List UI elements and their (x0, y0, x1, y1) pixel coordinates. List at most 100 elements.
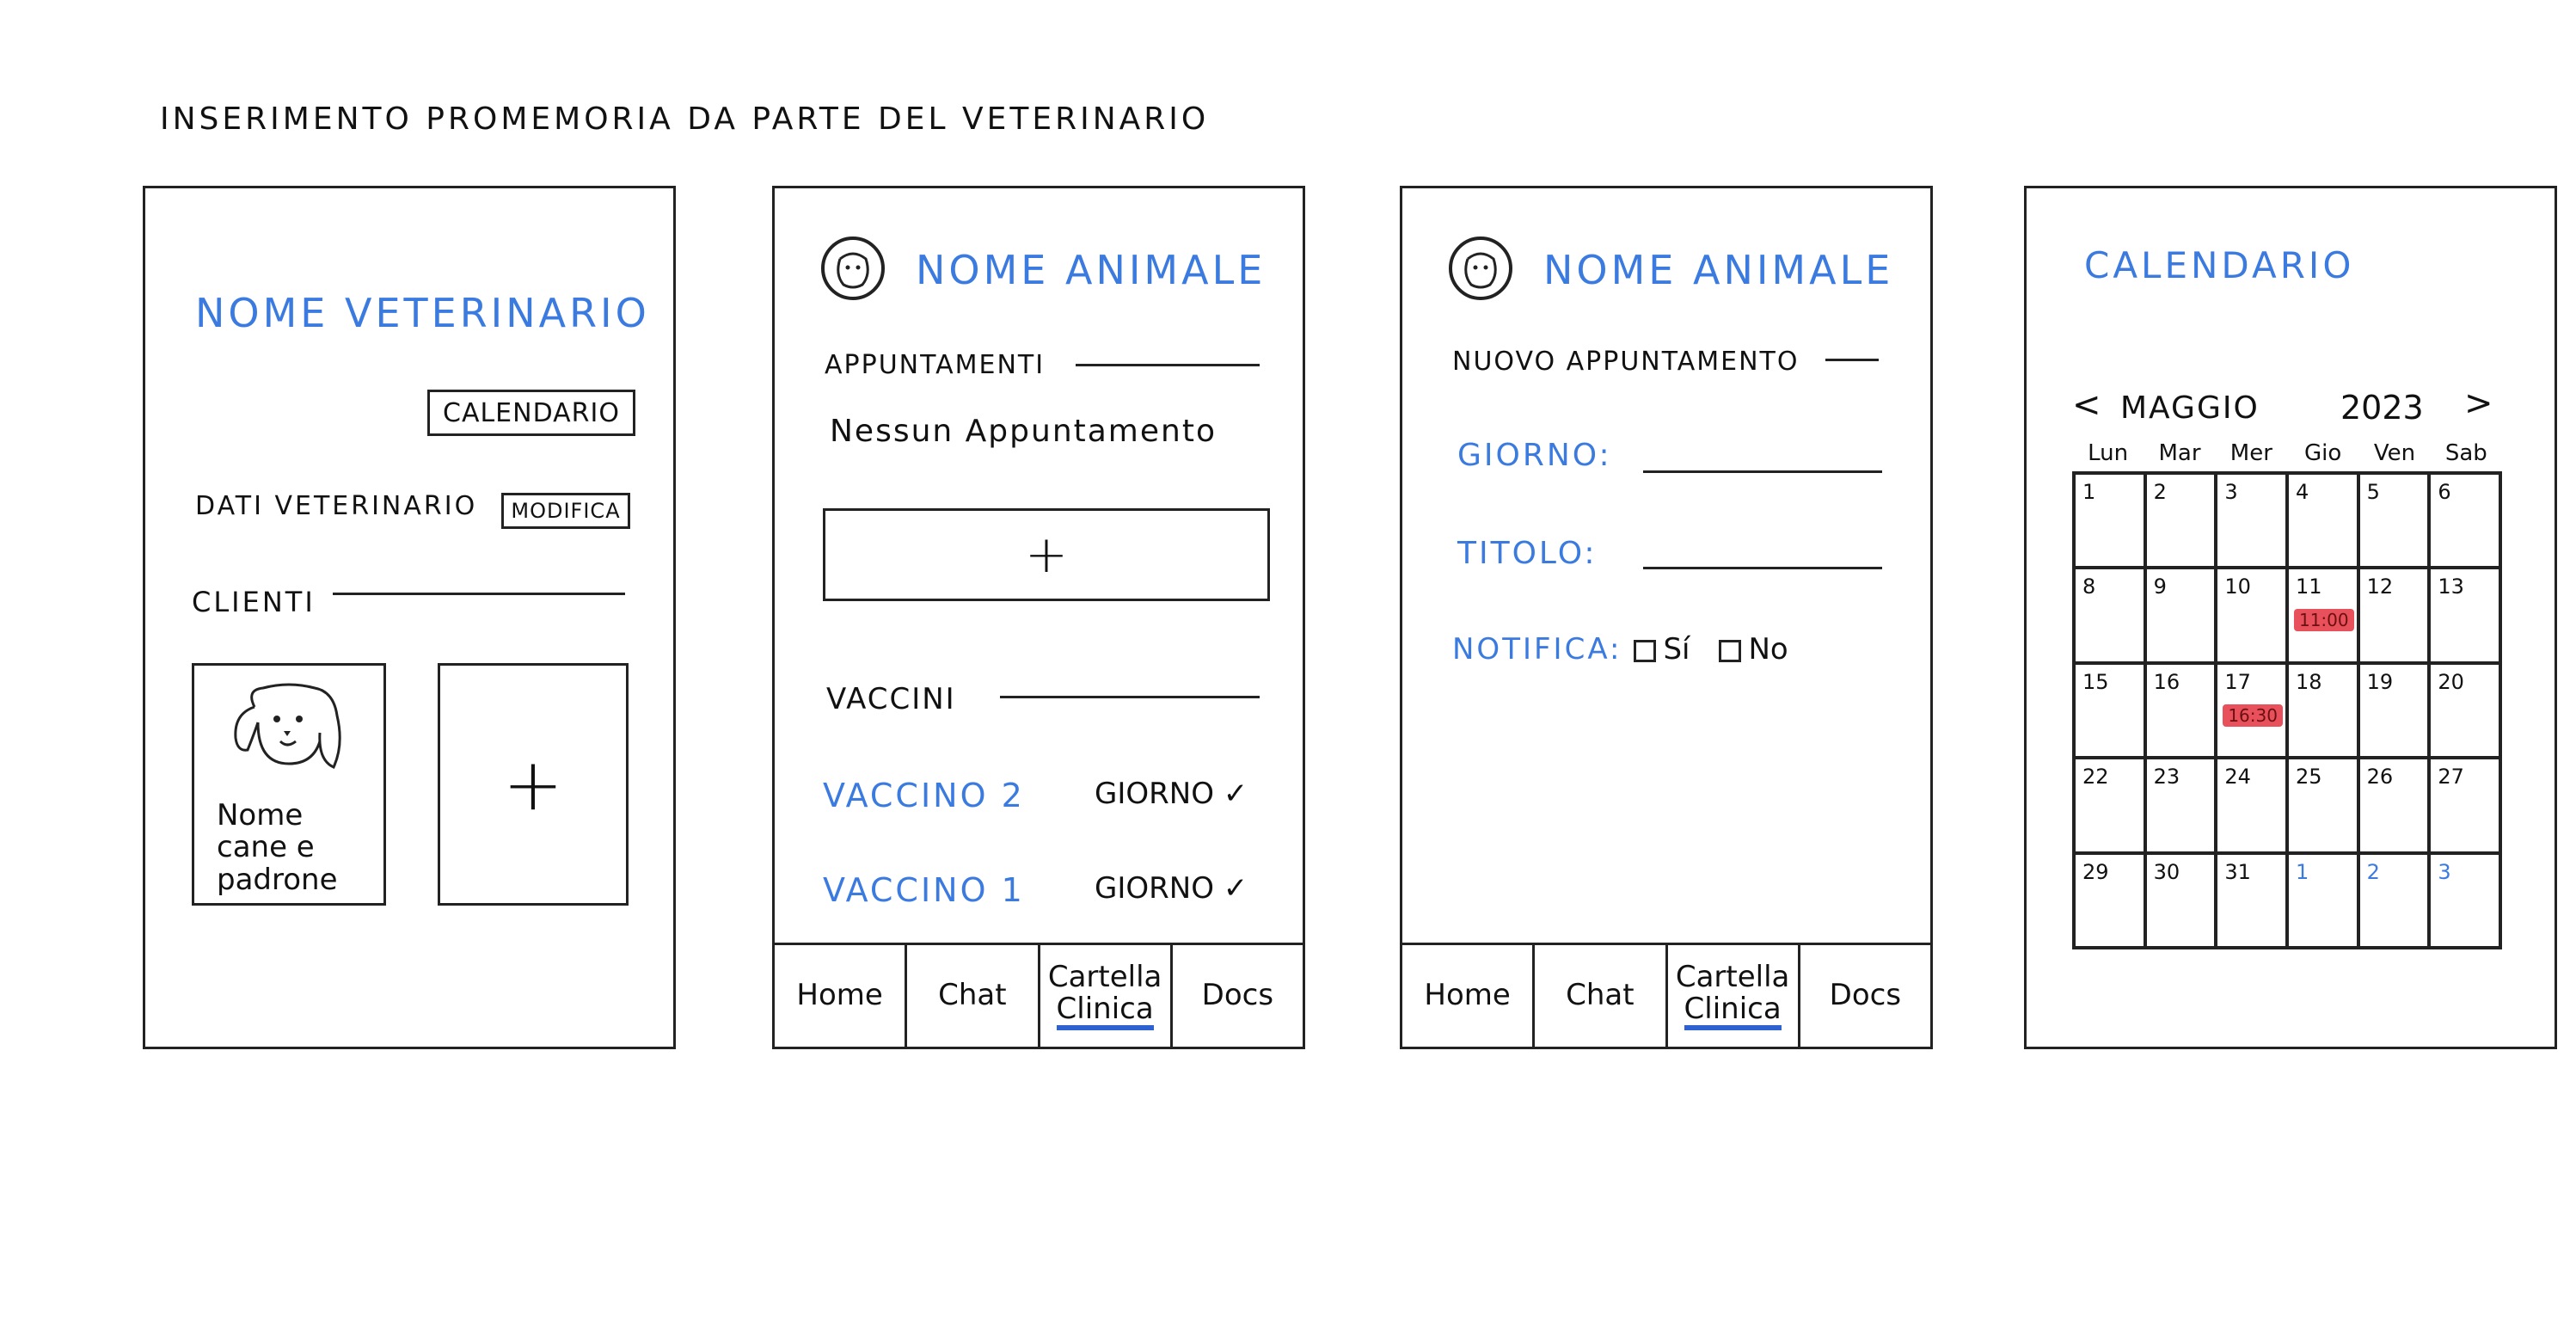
calendar-day-cell[interactable]: 23 (2146, 759, 2218, 855)
calendar-day-cell[interactable]: 29 (2076, 854, 2147, 949)
day-label: GIORNO: (1457, 438, 1612, 473)
nav-cartella-line1: Cartella (1047, 959, 1162, 994)
nav-docs[interactable]: Docs (1800, 945, 1930, 1047)
calendar-day-cell[interactable]: 9 (2146, 569, 2218, 665)
nav-cartella-clinica[interactable]: Cartella Clinica (1668, 945, 1800, 1047)
calendar-day-cell[interactable]: 27 (2431, 759, 2502, 855)
nav-chat[interactable]: Chat (1535, 945, 1668, 1047)
calendar-button[interactable]: CALENDARIO (427, 390, 635, 436)
calendar-day-cell[interactable]: 16 (2146, 664, 2218, 760)
calendar-day-cell[interactable]: 2 (2146, 475, 2218, 570)
nav-home[interactable]: Home (775, 945, 908, 1047)
nav-cartella-clinica[interactable]: Cartella Clinica (1040, 945, 1173, 1047)
calendar-day-cell[interactable]: 4 (2288, 475, 2360, 570)
notification-row: NOTIFICA: Sí No (1452, 632, 1788, 667)
appointments-label: APPUNTAMENTI (825, 350, 1046, 380)
calendar-event-badge[interactable]: 11:00 (2293, 609, 2354, 632)
vaccine-1-name: VACCINO 1 (823, 871, 1025, 909)
calendar-day-number: 16 (2153, 669, 2180, 694)
month-prev-button[interactable]: < (2072, 385, 2101, 425)
page-title: INSERIMENTO PROMEMORIA DA PARTE DEL VETE… (160, 101, 1210, 137)
calendar-day-cell[interactable]: 10 (2217, 569, 2289, 665)
calendar-day-cell[interactable]: 1 (2288, 854, 2360, 949)
calendar-day-number: 19 (2366, 669, 2394, 694)
screen-animal-record: NOME ANIMALE APPUNTAMENTI Nessun Appunta… (772, 186, 1305, 1049)
weekday-label: Lun (2088, 440, 2129, 466)
new-appointment-divider (1825, 359, 1879, 361)
nav-cartella-line2: Clinica (1684, 992, 1782, 1031)
title-input[interactable] (1643, 567, 1882, 569)
add-client-button[interactable]: + (438, 663, 629, 906)
calendar-day-cell[interactable]: 17 16:30 (2217, 664, 2289, 760)
appointments-divider (1076, 364, 1260, 366)
client-card[interactable]: Nome cane e padrone (192, 663, 386, 906)
calendar-day-cell[interactable]: 18 (2288, 664, 2360, 760)
calendar-day-number: 30 (2153, 859, 2180, 884)
calendar-day-number: 11 (2295, 574, 2322, 599)
client-card-text: Nome cane e padrone (217, 798, 338, 897)
calendar-day-cell[interactable]: 24 (2217, 759, 2289, 855)
vaccines-divider (1000, 696, 1260, 698)
calendar-day-cell[interactable]: 5 (2359, 475, 2432, 570)
calendar-day-number: 4 (2295, 480, 2309, 504)
year-label: 2023 (2340, 389, 2424, 427)
calendar-day-number: 27 (2438, 765, 2464, 790)
weekday-label: Gio (2304, 440, 2342, 466)
weekday-label: Ven (2373, 440, 2416, 466)
calendar-day-number: 25 (2295, 765, 2322, 790)
nav-chat[interactable]: Chat (907, 945, 1040, 1047)
new-appointment-label: NUOVO APPUNTAMENTO (1452, 347, 1800, 377)
calendar-event-badge[interactable]: 16:30 (2223, 704, 2283, 727)
calendar-day-cell[interactable]: 30 (2146, 854, 2218, 949)
weekday-label: Mar (2158, 440, 2201, 466)
nav-docs[interactable]: Docs (1173, 945, 1303, 1047)
calendar-day-number: 24 (2224, 765, 2251, 790)
vet-data-label: DATI VETERINARIO (195, 491, 478, 521)
nav-cartella-line2: Clinica (1056, 992, 1154, 1031)
calendar-day-cell[interactable]: 13 (2431, 569, 2502, 665)
calendar-day-cell[interactable]: 19 (2359, 664, 2432, 760)
checkbox-yes[interactable] (1634, 639, 1657, 662)
option-no-label: No (1748, 632, 1788, 667)
calendar-day-number: 10 (2224, 574, 2251, 599)
notification-label: NOTIFICA: (1452, 632, 1622, 667)
calendar-day-cell[interactable]: 6 (2431, 475, 2502, 570)
add-appointment-button[interactable]: + (823, 508, 1270, 601)
vaccines-label: VACCINI (826, 682, 956, 716)
calendar-day-number: 9 (2153, 574, 2167, 599)
calendar-day-cell[interactable]: 22 (2076, 759, 2147, 855)
no-appointments-text: Nessun Appuntamento (830, 414, 1217, 449)
vaccine-1-day: GIORNO ✓ (1095, 871, 1248, 906)
month-next-button[interactable]: > (2464, 384, 2493, 423)
calendar-day-cell[interactable]: 26 (2359, 759, 2432, 855)
calendar-grid: 1 2 3 4 5 6 8 9 10 11 11:00 12 13 15 16 17 16:30 18 19 20 22… (2072, 471, 2502, 949)
calendar-day-cell[interactable]: 3 (2217, 475, 2289, 570)
month-label: MAGGIO (2120, 390, 2260, 426)
calendar-day-cell[interactable]: 2 (2359, 854, 2432, 949)
title-label: TITOLO: (1457, 536, 1598, 571)
calendar-day-cell[interactable]: 20 (2431, 664, 2502, 760)
edit-button[interactable]: MODIFICA (501, 493, 630, 529)
calendar-day-cell[interactable]: 8 (2076, 569, 2147, 665)
calendar-day-cell[interactable]: 25 (2288, 759, 2360, 855)
calendar-day-cell[interactable]: 31 (2217, 854, 2289, 949)
dog-avatar-icon (1449, 237, 1512, 300)
day-input[interactable] (1643, 470, 1882, 473)
calendar-day-number: 3 (2224, 480, 2238, 504)
calendar-day-cell[interactable]: 11 11:00 (2288, 569, 2360, 665)
calendar-day-number: 29 (2082, 859, 2109, 884)
calendar-day-number: 18 (2295, 669, 2322, 694)
calendar-day-number: 1 (2295, 859, 2309, 884)
checkbox-no[interactable] (1719, 639, 1742, 662)
animal-name: NOME ANIMALE (1543, 247, 1894, 293)
calendar-day-number: 22 (2082, 765, 2109, 790)
vaccine-2-name: VACCINO 2 (823, 777, 1025, 814)
calendar-day-cell[interactable]: 15 (2076, 664, 2147, 760)
calendar-day-cell[interactable]: 1 (2076, 475, 2147, 570)
nav-home[interactable]: Home (1402, 945, 1536, 1047)
calendar-day-cell[interactable]: 3 (2431, 854, 2502, 949)
calendar-day-cell[interactable]: 12 (2359, 569, 2432, 665)
calendar-day-number: 13 (2438, 574, 2464, 599)
calendar-day-number: 31 (2224, 859, 2251, 884)
weekday-header: Lun Mar Mer Gio Ven Sab (2072, 440, 2502, 466)
